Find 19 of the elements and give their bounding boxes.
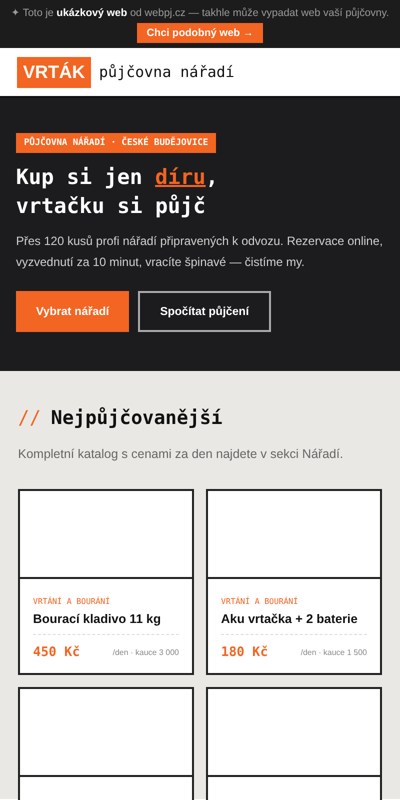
section-marker: // [18, 407, 41, 429]
hero-badge: PŮJČOVNA NÁŘADÍ · ČESKÉ BUDĚJOVICE [16, 133, 216, 153]
product-terms: /den · kauce 1 500 [300, 648, 367, 657]
tagline: půjčovna nářadí [99, 63, 234, 81]
product-name: Bourací kladivo 11 kg [33, 612, 179, 635]
product-price: 450 Kč [33, 645, 80, 660]
product-card[interactable]: VRTÁNÍ A BOURÁNÍ Bourací kladivo 11 kg 450 Kč /den · kauce 3 000 [18, 489, 194, 675]
hero-title: Kup si jen díru, vrtačku si půjč [16, 164, 220, 220]
product-card[interactable]: VRTÁNÍ A BOURÁNÍ Aku vrtačka + 2 baterie 180 Kč /den · kauce 1 500 [206, 489, 382, 675]
hero-text: Přes 120 kusů profi nářadí připravených k odvozu. Rezervace online, vyzvednutí za 10 minut, vracíte špinavé — čistíme my. [16, 233, 384, 271]
product-name: Aku vrtačka + 2 baterie [221, 612, 367, 635]
product-category: VRTÁNÍ A BOURÁNÍ [33, 597, 112, 606]
section-subtitle: Kompletní katalog s cenami za den najdete v sekci Nářadí. [18, 447, 344, 461]
product-category: VRTÁNÍ A BOURÁNÍ [221, 597, 300, 606]
section-title: Nejpůjčovanější [50, 407, 222, 429]
promo-text: ✦ Toto je ukázkový web od webpj.cz — takhle může vypadat web vaší půjčovny. [10, 6, 390, 19]
product-terms: /den · kauce 3 000 [112, 648, 179, 657]
product-price: 180 Kč [221, 645, 268, 660]
secondary-button[interactable]: Spočítat půjčení [138, 291, 271, 332]
